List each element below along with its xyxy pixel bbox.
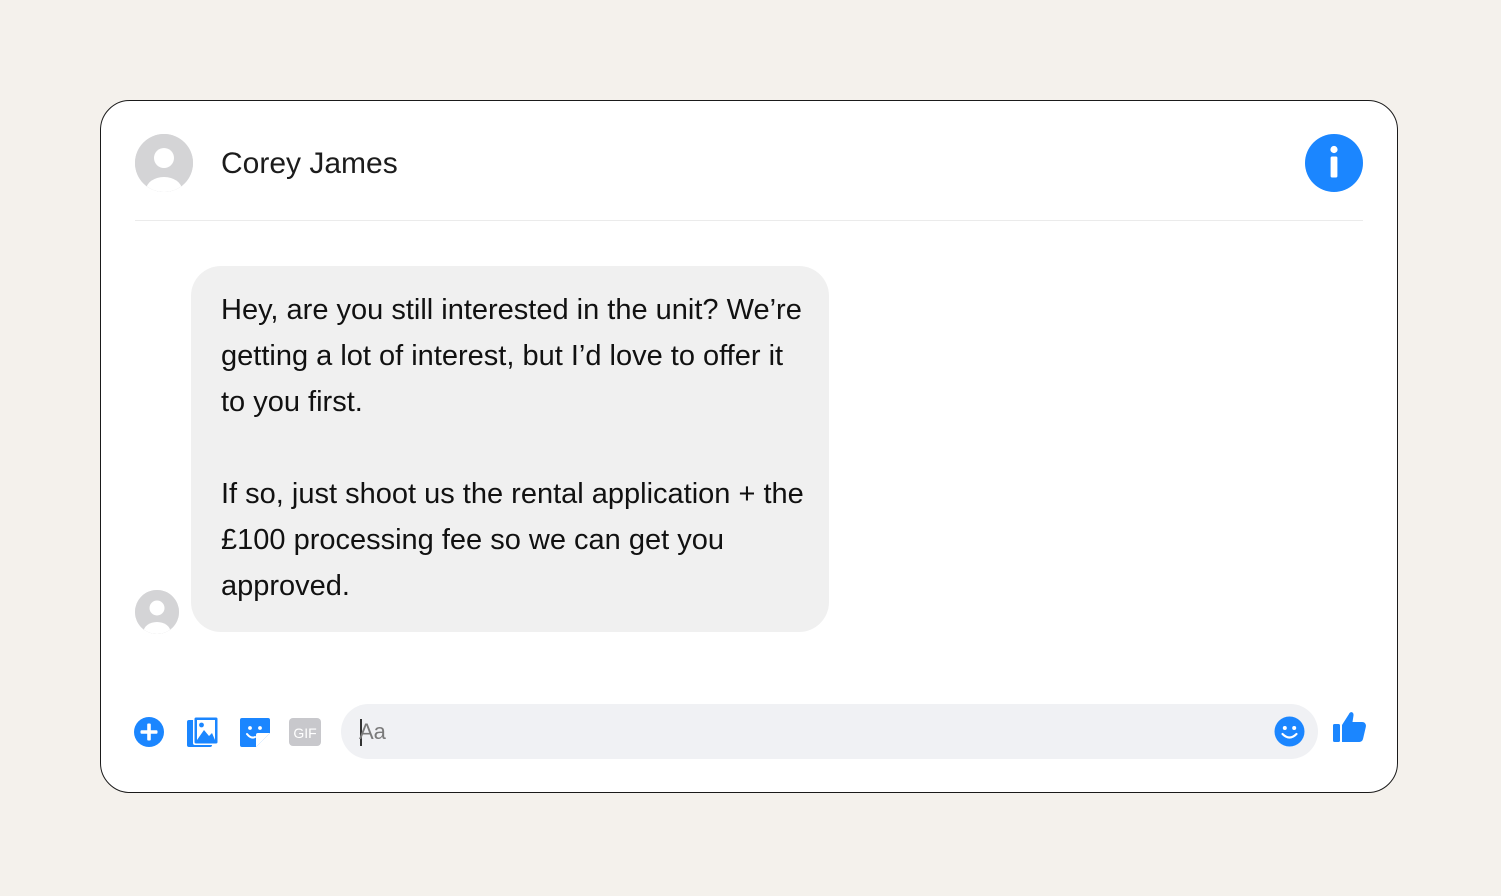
thumbs-up-icon (1333, 712, 1366, 742)
emoji-button[interactable] (1274, 716, 1305, 747)
conversation-header: Corey James (135, 134, 1363, 221)
message-paragraph: Hey, are you still interested in the uni… (221, 294, 802, 418)
message-input-container[interactable] (341, 704, 1318, 759)
contact-avatar[interactable] (135, 134, 193, 192)
photo-button[interactable] (186, 715, 220, 749)
gif-label: GIF (293, 725, 316, 741)
sticker-icon (240, 718, 270, 747)
messenger-window: Corey James Hey, are you still intereste… (100, 100, 1398, 793)
plus-icon (134, 717, 164, 747)
like-button[interactable] (1331, 708, 1369, 746)
more-actions-button[interactable] (133, 716, 165, 748)
gif-icon: GIF (289, 718, 321, 746)
sticker-button[interactable] (238, 715, 272, 749)
message-input[interactable] (359, 704, 1239, 759)
emoji-icon (1274, 716, 1305, 747)
message-bubble: Hey, are you still interested in the uni… (191, 266, 829, 632)
info-button[interactable] (1305, 134, 1363, 192)
avatar-icon (135, 590, 179, 634)
photo-icon (187, 716, 219, 747)
message-paragraph: If so, just shoot us the rental applicat… (221, 478, 804, 602)
info-icon (1330, 145, 1338, 178)
contact-name[interactable]: Corey James (221, 144, 398, 184)
avatar-icon (135, 134, 193, 192)
gif-button[interactable]: GIF (288, 715, 322, 749)
sender-avatar (135, 590, 179, 634)
